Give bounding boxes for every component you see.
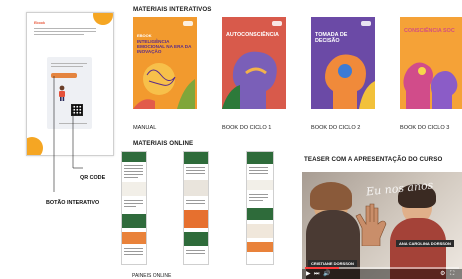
online-panel-thumbnail[interactable] <box>121 151 147 265</box>
qr-code-label: QR CODE <box>80 175 106 181</box>
teaser-video[interactable]: Eu nos anos CRISTIANE DORSSON ANA CAROLI… <box>302 172 462 279</box>
logo-icon <box>361 21 371 26</box>
cover-caption: BOOK DO CICLO 3 <box>400 125 450 131</box>
cover-caption: BOOK DO CICLO 1 <box>222 125 272 131</box>
online-panel-thumbnail[interactable] <box>246 151 274 265</box>
logo-icon <box>183 21 193 26</box>
cover-title: INTELIGÊNCIA EMOCIONAL NA ERA DA INOVAÇÃ… <box>137 39 192 54</box>
cover-kicker: EBOOK <box>137 33 152 38</box>
name-tag: CRISTIANE DORSSON <box>308 260 357 267</box>
head-illustration-icon <box>222 51 277 109</box>
logo-icon <box>272 21 282 26</box>
cover-autoconsciencia[interactable]: AUTOCONSCIÊNCIA <box>222 17 286 109</box>
play-icon[interactable]: ▶ <box>306 271 311 277</box>
cover-consciencia-social[interactable]: CONSCIÊNCIA SOC <box>400 17 462 109</box>
section-heading-teaser: TEASER COM A APRESENTAÇÃO DO CURSO <box>304 156 443 163</box>
brain-illustration-icon <box>133 63 195 109</box>
section-heading-online: MATERIAIS ONLINE <box>133 140 194 147</box>
cover-caption: MANUAL <box>133 125 157 131</box>
cover-caption: BOOK DO CICLO 2 <box>311 125 361 131</box>
fullscreen-icon[interactable]: ⛶ <box>450 271 454 277</box>
annotation-lines <box>53 76 83 192</box>
people-illustration-icon <box>403 62 458 109</box>
video-progress-track[interactable] <box>305 267 459 269</box>
cover-tomada-decisao[interactable]: TOMADA DE DECISÃO <box>311 17 375 109</box>
cover-title: CONSCIÊNCIA SOC <box>404 28 455 34</box>
online-panel-thumbnail[interactable] <box>183 151 209 265</box>
name-tag: ANA CAROLINA DORSSON <box>396 240 454 247</box>
hand-icon <box>355 203 387 246</box>
interactive-button-label: BOTÃO INTERATIVO <box>46 200 100 206</box>
cover-title: AUTOCONSCIÊNCIA <box>226 32 279 38</box>
online-caption: PAINEIS ONLINE <box>132 273 172 279</box>
video-progress-fill <box>305 267 339 269</box>
settings-icon[interactable]: ⚙ <box>440 271 445 277</box>
next-icon[interactable]: ⏭ <box>314 271 319 277</box>
person-hair <box>310 182 352 210</box>
cover-manual[interactable]: EBOOK INTELIGÊNCIA EMOCIONAL NA ERA DA I… <box>133 17 197 109</box>
volume-icon[interactable]: 🔊 <box>323 271 330 277</box>
section-heading-interactive: MATERIAIS INTERATIVOS <box>133 6 212 13</box>
head-illustration-icon <box>325 54 375 109</box>
